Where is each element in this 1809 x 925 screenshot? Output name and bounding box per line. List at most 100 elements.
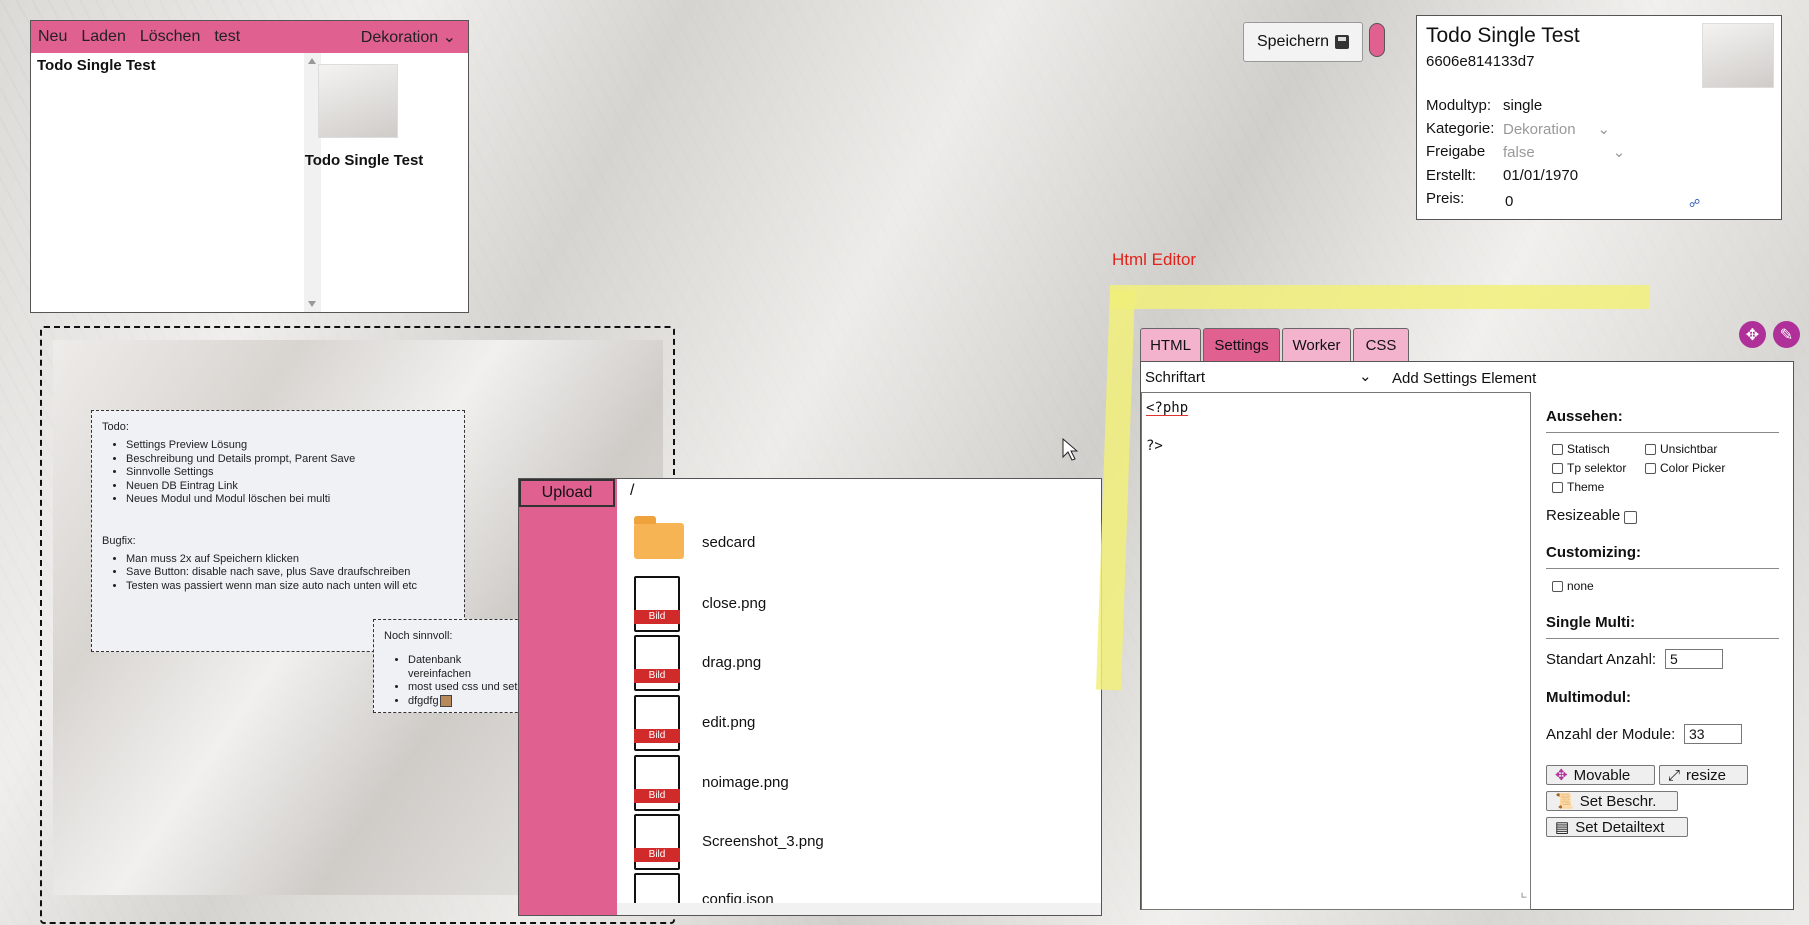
ideas-title: Noch sinnvoll: (384, 630, 453, 642)
bugfix-list: Man muss 2x auf Speichern klicken Save B… (102, 553, 454, 594)
chevron-down-icon[interactable]: ⌄ (1359, 367, 1372, 385)
checkbox-box[interactable] (1645, 462, 1656, 474)
multimodul-heading: Multimodul: (1546, 689, 1631, 706)
checkbox-box[interactable] (1552, 481, 1563, 493)
customizing-heading: Customizing: (1546, 544, 1641, 561)
scroll-icon: 📜 (1555, 793, 1574, 810)
menu-new[interactable]: Neu (31, 28, 74, 46)
checkbox-theme[interactable]: Theme (1552, 480, 1604, 494)
file-item-drag[interactable]: Bild drag.png (632, 635, 1072, 693)
font-select[interactable]: Schriftart (1145, 369, 1205, 386)
ideas-note[interactable]: Noch sinnvoll: Datenbank vereinfachen mo… (373, 619, 538, 713)
single-multi-heading: Single Multi: (1546, 614, 1636, 631)
list-item-text: dfgdfg (408, 694, 439, 707)
module-id: 6606e814133d7 (1426, 53, 1535, 70)
set-detailtext-button[interactable]: ▤ Set Detailtext (1546, 817, 1688, 837)
todo-list: Settings Preview Lösung Beschreibung und… (102, 439, 454, 507)
checkbox-static[interactable]: Statisch (1552, 442, 1610, 456)
module-count-input[interactable]: 33 (1684, 724, 1742, 744)
resize-handle-icon[interactable]: ∟ (1521, 887, 1527, 906)
module-thumbnail[interactable] (318, 64, 398, 138)
file-item-sedcard[interactable]: sedcard (632, 515, 1072, 573)
checkbox-label: Resizeable (1546, 507, 1621, 524)
checkbox-none[interactable]: none (1552, 579, 1594, 593)
resize-button[interactable]: ⤢ resize (1659, 765, 1748, 785)
image-file-icon: Bild (634, 814, 680, 870)
module-list: Todo Single Test (31, 53, 304, 312)
list-item[interactable]: Todo Single Test (37, 57, 298, 74)
checkbox-box[interactable] (1552, 443, 1563, 455)
list-item: Beschreibung und Details prompt, Parent … (126, 453, 454, 467)
menu-delete[interactable]: Löschen (133, 28, 208, 46)
category-dropdown-label: Dekoration (360, 29, 439, 46)
detail-label: Kategorie: (1426, 120, 1495, 137)
toggle-pill[interactable] (1369, 23, 1385, 57)
file-item-edit[interactable]: Bild edit.png (632, 695, 1072, 753)
code-line: ?> (1146, 438, 1163, 454)
file-type-badge: Bild (634, 729, 680, 743)
checkbox-tp-selector[interactable]: Tp selektor (1552, 461, 1626, 475)
move-icon[interactable]: ✥ (1739, 321, 1766, 348)
detail-label: Erstellt: (1426, 167, 1477, 184)
checkbox-label: Unsichtbar (1660, 442, 1718, 456)
checkbox-label: Tp selektor (1567, 461, 1627, 475)
checkbox-box[interactable] (1552, 580, 1563, 592)
checkbox-color-picker[interactable]: Color Picker (1645, 461, 1725, 475)
list-item: dfgdfg (408, 695, 527, 709)
checkbox-label: Statisch (1567, 442, 1610, 456)
todo-note[interactable]: Todo: Settings Preview Lösung Beschreibu… (91, 410, 465, 652)
image-file-icon: Bild (634, 695, 680, 751)
detail-row-price[interactable]: Preis: 0 (1426, 190, 1513, 210)
file-manager-scrollbar[interactable] (617, 903, 1101, 915)
set-description-button[interactable]: 📜 Set Beschr. (1546, 791, 1678, 811)
add-settings-element-button[interactable]: Add Settings Element (1392, 370, 1536, 387)
checkbox-invisible[interactable]: Unsichtbar (1645, 442, 1717, 456)
list-item: Datenbank vereinfachen (408, 654, 527, 681)
category-dropdown[interactable]: Dekoration ⌄ (361, 27, 468, 47)
tab-worker[interactable]: Worker (1282, 328, 1351, 362)
file-item-close[interactable]: Bild close.png (632, 576, 1072, 634)
release-select[interactable]: false ⌄ (1503, 143, 1625, 161)
checkbox-label: none (1567, 579, 1594, 593)
code-line: <?php (1146, 400, 1189, 416)
menu-load[interactable]: Laden (74, 28, 133, 46)
checkbox-box[interactable] (1552, 462, 1563, 474)
standart-count-input[interactable]: 5 (1665, 649, 1723, 669)
file-name: Screenshot_3.png (702, 833, 824, 850)
code-editor[interactable]: <?php ?> ∟ (1141, 392, 1531, 910)
module-count-label: Anzahl der Module: (1546, 726, 1676, 743)
price-input[interactable]: 0 (1505, 193, 1513, 210)
tab-html[interactable]: HTML (1140, 328, 1201, 362)
list-item: Save Button: disable nach save, plus Sav… (126, 566, 454, 580)
checkbox-box[interactable] (1624, 510, 1638, 524)
detail-row-release[interactable]: Freigabe false ⌄ (1426, 143, 1625, 161)
scroll-down-icon[interactable] (308, 301, 316, 307)
file-item-config[interactable]: config.json (632, 873, 1072, 903)
save-button[interactable]: Speichern (1243, 22, 1363, 62)
tab-css[interactable]: CSS (1353, 328, 1409, 362)
file-type-badge: Bild (634, 848, 680, 862)
tab-settings[interactable]: Settings (1203, 328, 1280, 362)
scroll-up-icon[interactable] (308, 58, 316, 64)
detail-row-category[interactable]: Kategorie: Dekoration ⌄ (1426, 120, 1610, 138)
folder-icon (634, 516, 684, 559)
file-item-noimage[interactable]: Bild noimage.png (632, 755, 1072, 813)
link-icon[interactable]: ☍ (1689, 197, 1700, 210)
edit-icon[interactable]: ✎ (1773, 321, 1800, 348)
movable-button[interactable]: ✥ Movable (1546, 765, 1655, 785)
menu-test[interactable]: test (207, 28, 247, 46)
set-description-button-label: Set Beschr. (1579, 792, 1657, 810)
checkbox-box[interactable] (1645, 443, 1656, 455)
checkbox-resizeable[interactable]: Resizeable (1546, 507, 1638, 524)
list-item: Neues Modul und Modul löschen bei multi (126, 493, 454, 507)
file-type-badge: Bild (634, 669, 680, 683)
resize-button-label: resize (1686, 766, 1727, 784)
chevron-down-icon: ⌄ (1597, 121, 1611, 138)
editor-label: Html Editor (1112, 250, 1197, 269)
file-item-screenshot[interactable]: Bild Screenshot_3.png (632, 814, 1072, 872)
divider (1546, 432, 1779, 433)
list-item: Settings Preview Lösung (126, 439, 454, 453)
category-select[interactable]: Dekoration ⌄ (1503, 120, 1610, 138)
upload-button[interactable]: Upload (519, 479, 615, 507)
